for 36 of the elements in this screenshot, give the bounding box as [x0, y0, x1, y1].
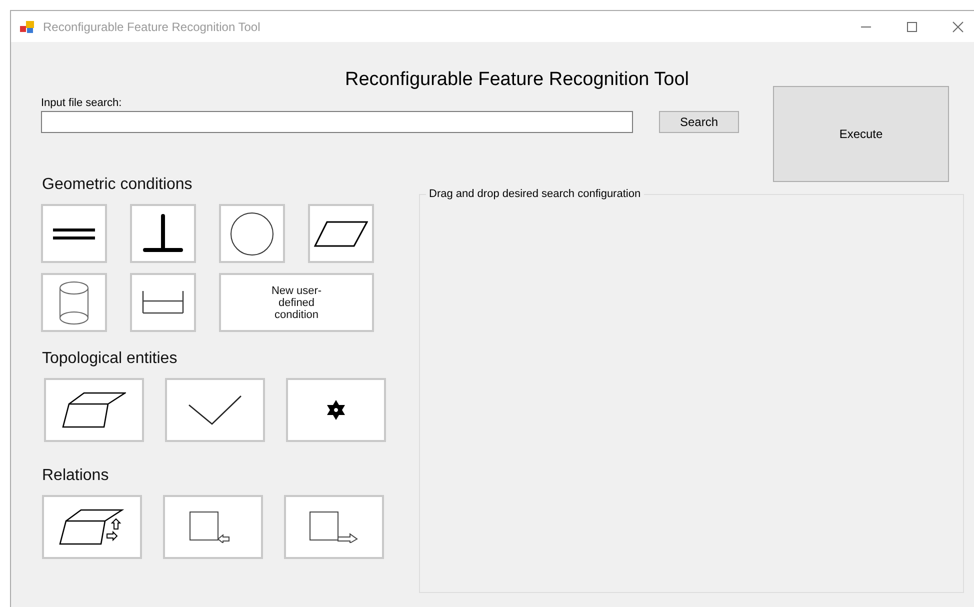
close-icon[interactable]	[952, 20, 964, 32]
section-title: Relations	[42, 467, 110, 485]
search-button[interactable]: Search	[659, 111, 739, 133]
square-arrow-icon	[309, 511, 359, 543]
tool-button[interactable]	[219, 204, 285, 263]
plane-arrows-icon	[59, 509, 125, 545]
tool-button[interactable]	[284, 495, 384, 559]
new-condition-button[interactable]: New user-defined condition	[219, 273, 374, 332]
parallelogram-icon	[314, 220, 368, 246]
execute-button[interactable]: Execute	[773, 86, 949, 182]
perpendicular-icon	[142, 214, 184, 254]
tool-button[interactable]	[163, 495, 263, 559]
section-title: Geometric conditions	[42, 176, 194, 194]
tool-button[interactable]	[286, 378, 386, 442]
tool-button[interactable]	[130, 204, 196, 263]
parallel-lines-icon	[52, 226, 96, 240]
circle-icon	[230, 212, 274, 256]
tool-button[interactable]	[42, 495, 142, 559]
star-icon	[326, 400, 346, 420]
field-label: Input file search:	[41, 97, 123, 109]
page-heading: Reconfigurable Feature Recognition Tool	[345, 69, 689, 91]
tool-button[interactable]	[130, 273, 196, 332]
cylinder-icon	[58, 280, 90, 324]
check-icon	[188, 395, 242, 425]
group-title: Drag and drop desired search configuration	[428, 188, 642, 200]
file-search-field[interactable]	[41, 111, 633, 133]
slanted-plane-icon	[62, 392, 126, 428]
maximize-icon[interactable]	[906, 20, 918, 32]
bracket-icon	[142, 290, 184, 314]
tool-button[interactable]	[44, 378, 144, 442]
section-title: Topological entities	[42, 350, 178, 368]
app-icon	[19, 18, 35, 34]
window-title: Reconfigurable Feature Recognition Tool	[43, 20, 260, 34]
tool-button[interactable]	[41, 204, 107, 263]
drop-area[interactable]: Drag and drop desired search configuration	[419, 188, 964, 593]
tool-button[interactable]	[308, 204, 374, 263]
